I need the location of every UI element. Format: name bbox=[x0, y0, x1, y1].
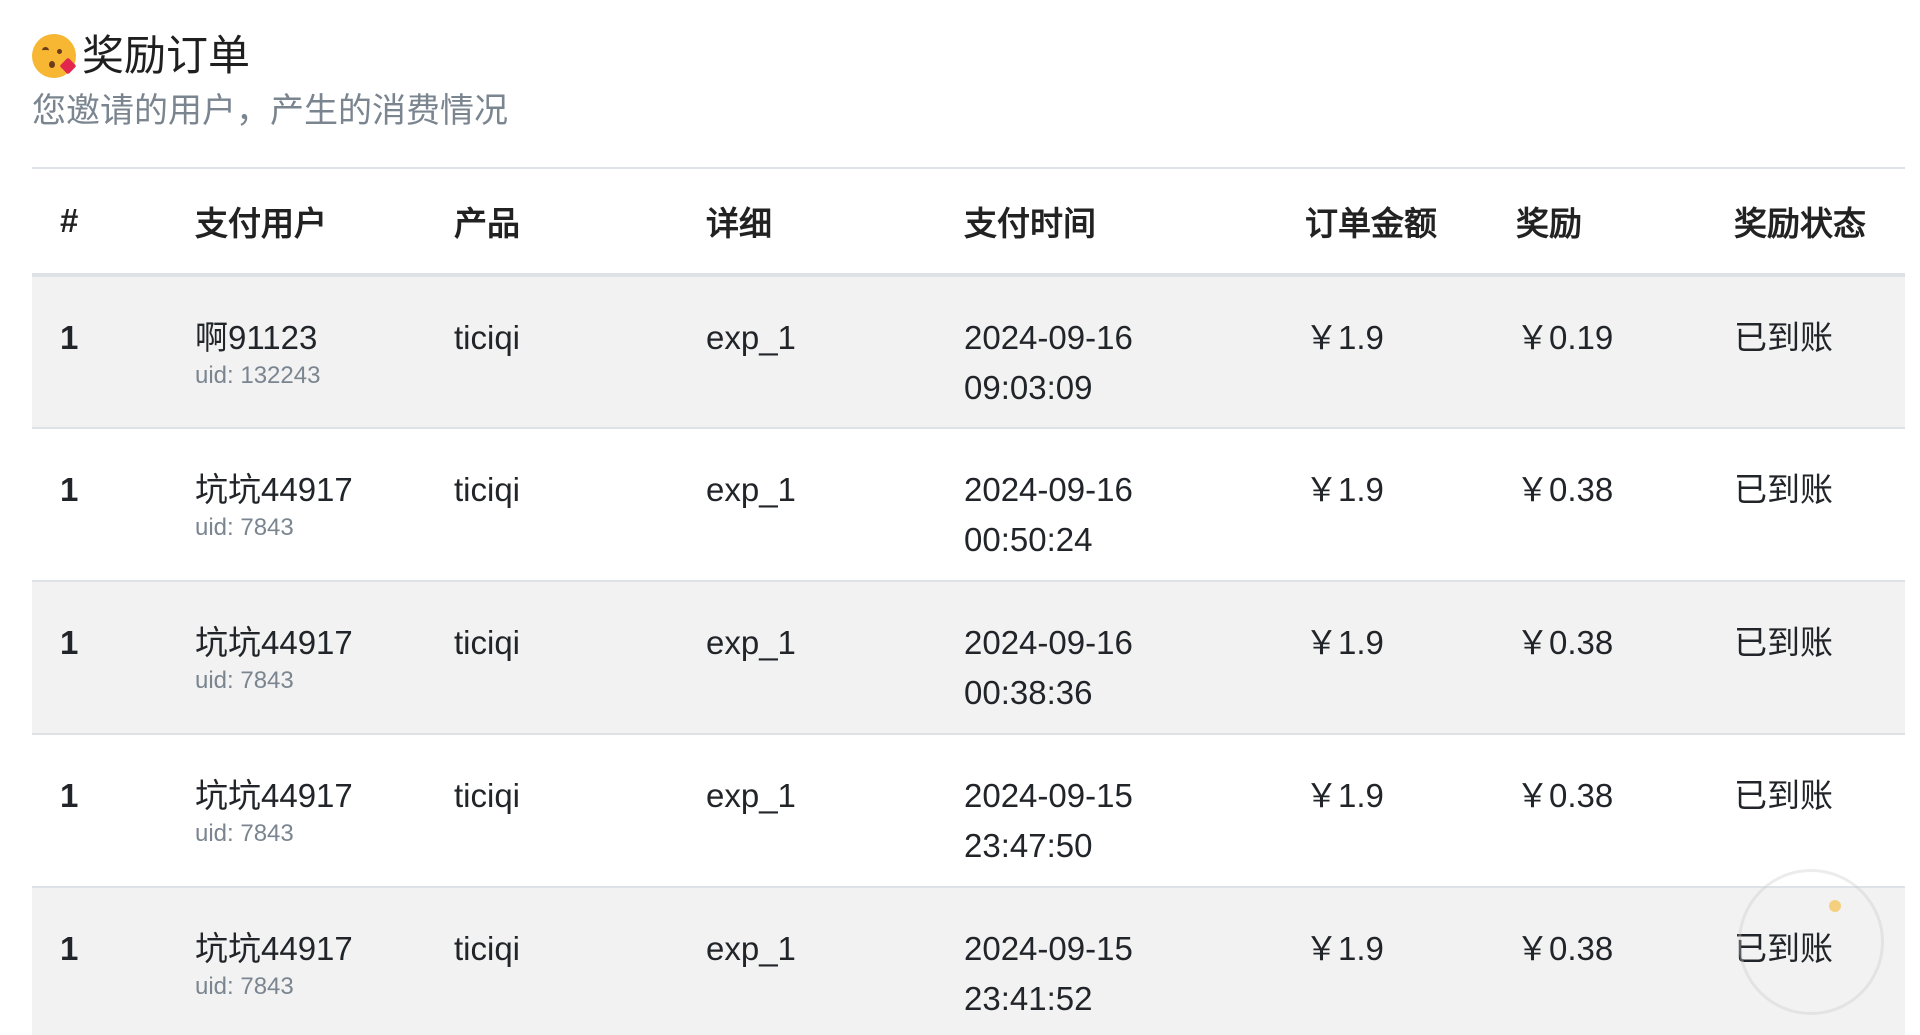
detail-cell: exp_1 bbox=[706, 580, 964, 734]
table-row: 1 坑坑44917 uid: 7843 ticiqi exp_1 2024-09… bbox=[32, 427, 1905, 581]
user-name: 啊91123 bbox=[195, 319, 318, 356]
pay-time-cell: 2024-09-16 09:03:09 bbox=[964, 274, 1305, 428]
pay-date: 2024-09-16 bbox=[964, 319, 1133, 356]
pay-date: 2024-09-16 bbox=[964, 624, 1133, 661]
paying-user-cell: 坑坑44917 uid: 7843 bbox=[195, 580, 454, 734]
kissing-heart-emoji-icon bbox=[32, 34, 77, 78]
product-cell: ticiqi bbox=[454, 580, 706, 734]
user-name: 坑坑44917 bbox=[195, 624, 353, 661]
user-uid: uid: 7843 bbox=[195, 667, 294, 694]
order-amount-cell: ￥1.9 bbox=[1305, 886, 1516, 1035]
pay-time: 23:41:52 bbox=[964, 980, 1093, 1017]
reward-status-cell: 已到账 bbox=[1734, 427, 1905, 581]
reward-cell: ￥0.38 bbox=[1516, 733, 1734, 887]
column-header-pay-time[interactable]: 支付时间 bbox=[964, 167, 1305, 277]
pay-time-cell: 2024-09-15 23:47:50 bbox=[964, 733, 1305, 887]
row-index: 1 bbox=[32, 886, 195, 1035]
product-cell: ticiqi bbox=[454, 733, 706, 887]
pay-time-cell: 2024-09-16 00:50:24 bbox=[964, 427, 1305, 581]
product-cell: ticiqi bbox=[454, 886, 706, 1035]
pay-date: 2024-09-15 bbox=[964, 777, 1133, 814]
page-title-text: 奖励订单 bbox=[82, 32, 251, 79]
table-body: 1 啊91123 uid: 132243 ticiqi exp_1 2024-0… bbox=[32, 274, 1905, 1035]
pay-time: 09:03:09 bbox=[964, 369, 1093, 406]
reward-cell: ￥0.38 bbox=[1516, 580, 1734, 734]
paying-user-cell: 坑坑44917 uid: 7843 bbox=[195, 427, 454, 581]
reward-status-cell: 已到账 bbox=[1734, 580, 1905, 734]
user-name: 坑坑44917 bbox=[195, 471, 353, 508]
paying-user-cell: 坑坑44917 uid: 7843 bbox=[195, 886, 454, 1035]
order-amount-cell: ￥1.9 bbox=[1305, 427, 1516, 581]
order-amount-cell: ￥1.9 bbox=[1305, 274, 1516, 428]
paying-user-cell: 啊91123 uid: 132243 bbox=[195, 274, 454, 428]
table-row: 1 坑坑44917 uid: 7843 ticiqi exp_1 2024-09… bbox=[32, 733, 1905, 887]
page: 奖励订单 您邀请的用户，产生的消费情况 # 支付用户 产品 详细 支付时间 订单… bbox=[0, 0, 1920, 1035]
paying-user-cell: 坑坑44917 uid: 7843 bbox=[195, 733, 454, 887]
order-amount-cell: ￥1.9 bbox=[1305, 733, 1516, 887]
reward-cell: ￥0.38 bbox=[1516, 427, 1734, 581]
watermark-logo-icon bbox=[1738, 869, 1884, 1015]
pay-time-cell: 2024-09-16 00:38:36 bbox=[964, 580, 1305, 734]
user-uid: uid: 7843 bbox=[195, 820, 294, 847]
page-subtitle: 您邀请的用户，产生的消费情况 bbox=[32, 92, 508, 130]
user-uid: uid: 7843 bbox=[195, 973, 294, 1000]
table-row: 1 坑坑44917 uid: 7843 ticiqi exp_1 2024-09… bbox=[32, 886, 1905, 1035]
reward-cell: ￥0.19 bbox=[1516, 274, 1734, 428]
detail-cell: exp_1 bbox=[706, 733, 964, 887]
user-uid: uid: 132243 bbox=[195, 362, 321, 389]
pay-date: 2024-09-15 bbox=[964, 930, 1133, 967]
column-header-index[interactable]: # bbox=[32, 167, 195, 277]
column-header-reward-status[interactable]: 奖励状态 bbox=[1734, 167, 1905, 277]
order-amount-cell: ￥1.9 bbox=[1305, 580, 1516, 734]
row-index: 1 bbox=[32, 580, 195, 734]
reward-status-cell: 已到账 bbox=[1734, 274, 1905, 428]
column-header-paying-user[interactable]: 支付用户 bbox=[195, 167, 454, 277]
row-index: 1 bbox=[32, 427, 195, 581]
column-header-detail[interactable]: 详细 bbox=[706, 167, 964, 277]
pay-time: 00:50:24 bbox=[964, 521, 1093, 558]
pay-time: 23:47:50 bbox=[964, 827, 1093, 864]
column-header-order-amount[interactable]: 订单金额 bbox=[1305, 167, 1516, 277]
reward-status-cell: 已到账 bbox=[1734, 733, 1905, 887]
page-header: 奖励订单 您邀请的用户，产生的消费情况 bbox=[32, 30, 508, 134]
column-header-reward[interactable]: 奖励 bbox=[1516, 167, 1734, 277]
row-index: 1 bbox=[32, 274, 195, 428]
pay-time: 00:38:36 bbox=[964, 674, 1093, 711]
table-header: # 支付用户 产品 详细 支付时间 订单金额 奖励 奖励状态 bbox=[32, 167, 1905, 277]
table-header-row: # 支付用户 产品 详细 支付时间 订单金额 奖励 奖励状态 bbox=[32, 167, 1905, 277]
reward-cell: ￥0.38 bbox=[1516, 886, 1734, 1035]
row-index: 1 bbox=[32, 733, 195, 887]
product-cell: ticiqi bbox=[454, 274, 706, 428]
page-title: 奖励订单 bbox=[32, 30, 508, 82]
reward-orders-table: # 支付用户 产品 详细 支付时间 订单金额 奖励 奖励状态 1 啊91123 … bbox=[32, 167, 1905, 1035]
detail-cell: exp_1 bbox=[706, 427, 964, 581]
table-row: 1 坑坑44917 uid: 7843 ticiqi exp_1 2024-09… bbox=[32, 580, 1905, 734]
user-uid: uid: 7843 bbox=[195, 514, 294, 541]
column-header-product[interactable]: 产品 bbox=[454, 167, 706, 277]
product-cell: ticiqi bbox=[454, 427, 706, 581]
detail-cell: exp_1 bbox=[706, 886, 964, 1035]
user-name: 坑坑44917 bbox=[195, 777, 353, 814]
pay-date: 2024-09-16 bbox=[964, 471, 1133, 508]
table-row: 1 啊91123 uid: 132243 ticiqi exp_1 2024-0… bbox=[32, 274, 1905, 428]
user-name: 坑坑44917 bbox=[195, 930, 353, 967]
pay-time-cell: 2024-09-15 23:41:52 bbox=[964, 886, 1305, 1035]
detail-cell: exp_1 bbox=[706, 274, 964, 428]
